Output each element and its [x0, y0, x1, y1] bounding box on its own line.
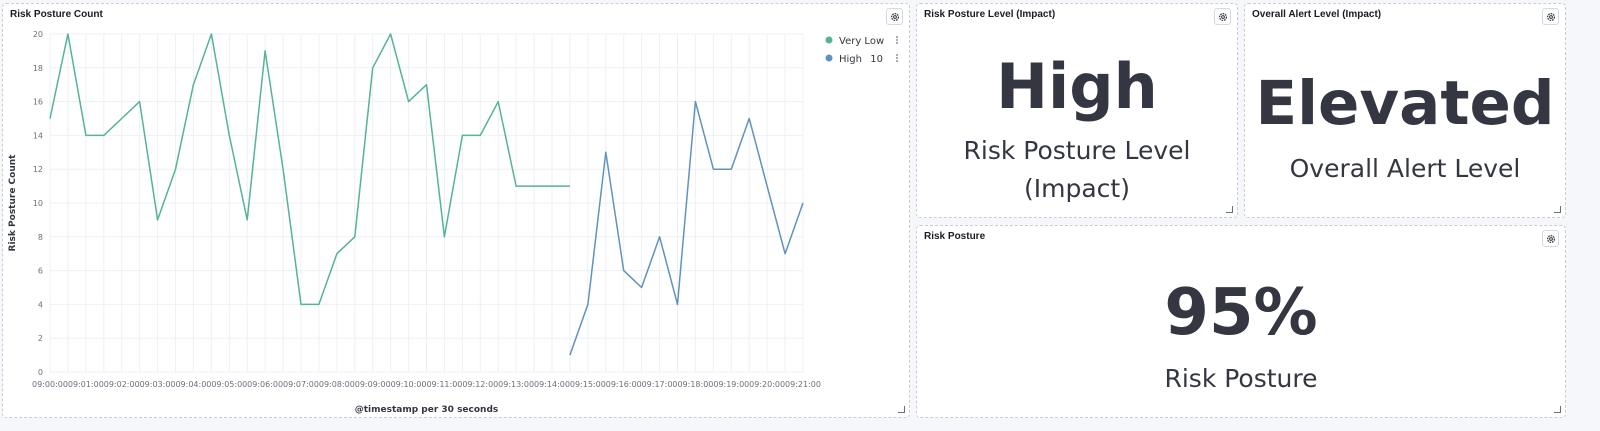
gear-icon[interactable] [1542, 230, 1559, 247]
x-tick-label: 09:20:00 [749, 380, 785, 389]
vertical-dots-icon [896, 39, 898, 41]
resize-handle-icon[interactable] [1554, 206, 1561, 213]
x-tick-label: 09:06:00 [247, 380, 283, 389]
panel-risk-posture-level: Risk Posture Level (Impact) High Risk Po… [916, 3, 1238, 218]
y-tick-label: 6 [38, 267, 43, 276]
y-tick-label: 18 [33, 64, 43, 73]
series-line [569, 100, 804, 356]
vertical-dots-icon [896, 42, 898, 44]
legend-label: Very Low [839, 36, 884, 47]
x-tick-label: 09:11:00 [426, 380, 462, 389]
x-tick-label: 09:09:00 [355, 380, 391, 389]
panel-title: Overall Alert Level (Impact) [1252, 9, 1382, 20]
metric-label: Risk Posture [1164, 364, 1318, 393]
x-tick-label: 09:03:00 [140, 380, 176, 389]
legend-value: 10 [870, 54, 883, 65]
x-tick-label: 09:01:00 [68, 380, 104, 389]
legend-swatch [825, 54, 833, 62]
y-tick-label: 0 [38, 368, 43, 377]
x-tick-label: 09:05:00 [211, 380, 247, 389]
vertical-dots-icon [896, 54, 898, 56]
resize-handle-icon[interactable] [1226, 206, 1233, 213]
x-tick-label: 09:08:00 [319, 380, 355, 389]
metric-value: 95% [1164, 276, 1318, 350]
x-tick-label: 09:17:00 [642, 380, 678, 389]
y-tick-label: 10 [33, 199, 43, 208]
legend-swatch [825, 36, 833, 44]
y-tick-label: 12 [33, 165, 43, 174]
x-tick-label: 09:14:00 [534, 380, 570, 389]
x-tick-label: 09:18:00 [677, 380, 713, 389]
metric-label: Overall Alert Level [1289, 154, 1521, 183]
gear-icon[interactable] [1214, 8, 1231, 25]
x-tick-label: 09:15:00 [570, 380, 606, 389]
x-tick-label: 09:04:00 [175, 380, 211, 389]
panel-overall-alert-level: Overall Alert Level (Impact) Elevated Ov… [1244, 3, 1566, 218]
vertical-dots-icon [896, 36, 898, 38]
y-tick-label: 2 [38, 334, 43, 343]
y-tick-label: 14 [33, 131, 43, 140]
line-chart: 0 2 4 6 8 10 12 14 16 18 20 09:00:00 09:01:00 09:02:0… [8, 30, 898, 415]
metric-value: Elevated [1255, 68, 1555, 139]
metric-label: Risk Posture Level (Impact) [963, 136, 1191, 203]
x-tick-label: 09:21:00 [785, 380, 821, 389]
gear-icon[interactable] [1542, 8, 1559, 25]
legend-label: High [839, 54, 862, 65]
x-tick-label: 09:13:00 [498, 380, 534, 389]
x-tick-label: 09:00:00 [32, 380, 68, 389]
panel-risk-posture: Risk Posture 95% Risk Posture [916, 225, 1566, 418]
x-axis-title: @timestamp per 30 seconds [355, 405, 499, 415]
y-tick-label: 16 [33, 98, 43, 107]
y-axis-title: Risk Posture Count [8, 154, 18, 252]
x-tick-label: 09:16:00 [606, 380, 642, 389]
vertical-dots-icon [896, 60, 898, 62]
metric-value: High [996, 50, 1158, 123]
y-tick-label: 4 [38, 300, 43, 309]
resize-handle-icon[interactable] [1554, 406, 1561, 413]
x-tick-label: 09:07:00 [283, 380, 319, 389]
vertical-dots-icon [896, 57, 898, 59]
y-tick-label: 8 [38, 233, 43, 242]
panel-risk-posture-count: Risk Posture Count 0 2 4 6 8 10 12 14 16 18 20 09:0… [2, 3, 910, 418]
panel-title: Risk Posture Level (Impact) [924, 9, 1056, 20]
x-tick-label: 09:02:00 [104, 380, 140, 389]
x-tick-label: 09:10:00 [391, 380, 427, 389]
x-tick-label: 09:12:00 [462, 380, 498, 389]
y-tick-label: 20 [33, 30, 43, 39]
panel-title: Risk Posture [924, 231, 986, 242]
x-tick-label: 09:19:00 [713, 380, 749, 389]
